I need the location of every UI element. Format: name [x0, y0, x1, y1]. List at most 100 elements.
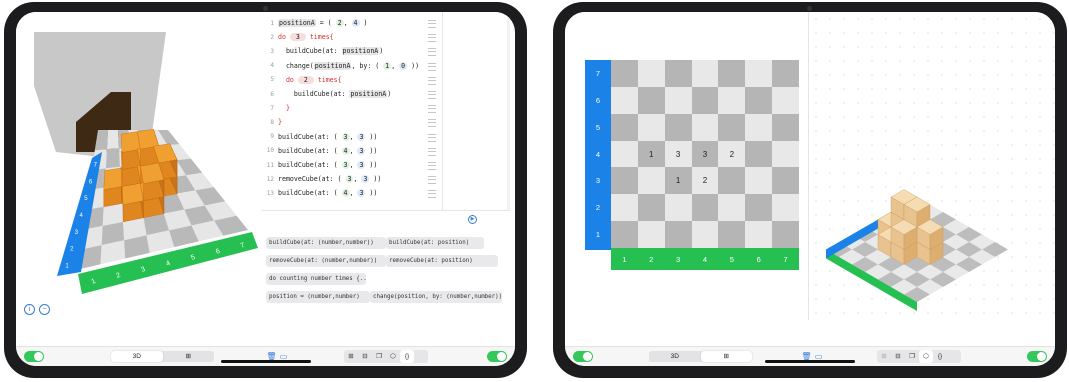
grid-cell[interactable] [691, 221, 719, 248]
code-token[interactable]: } [278, 104, 290, 112]
iso-view-panel[interactable] [808, 12, 1055, 320]
grid-cell[interactable] [637, 167, 665, 195]
grid-cell[interactable] [611, 167, 638, 195]
grid-cell[interactable] [691, 60, 719, 87]
cube-icon[interactable]: ⬡ [386, 350, 400, 363]
grid-cell[interactable] [718, 60, 746, 87]
split-vertical-icon[interactable]: ⊟ [358, 350, 372, 363]
grid-cell[interactable] [718, 194, 746, 222]
grid-cell[interactable] [772, 60, 799, 87]
grid-cell[interactable] [664, 113, 692, 141]
grid-cell[interactable] [637, 221, 665, 248]
code-token[interactable]: 3 [357, 132, 366, 141]
grid-cell[interactable] [745, 86, 773, 114]
scene-3d-view[interactable]: 12345671234567 i − [16, 12, 262, 320]
code-token[interactable]: positionA [341, 47, 380, 56]
home-indicator[interactable] [765, 360, 855, 363]
grid-cell[interactable] [637, 60, 665, 87]
left-toggle[interactable] [573, 351, 593, 362]
code-token[interactable]: 1 [383, 61, 392, 70]
code-line[interactable]: 3 buildCube(at: positionA) [266, 44, 383, 58]
code-line[interactable]: 13 buildCube(at: ( 4, 3 )) [266, 186, 377, 200]
drag-handle-icon[interactable] [428, 91, 436, 99]
grid-layout-icon[interactable]: ⊞ [877, 350, 891, 363]
stack-icon[interactable]: ❐ [905, 350, 919, 363]
grid-cell[interactable] [637, 86, 665, 114]
home-indicator[interactable] [221, 360, 311, 363]
grid-cell[interactable] [772, 113, 799, 141]
code-line[interactable]: 12 removeCube(at: ( 3, 3 )) [266, 172, 381, 186]
grid-cell[interactable] [718, 167, 746, 195]
editor-scrollbar[interactable] [507, 12, 510, 210]
code-line[interactable]: 8} [266, 115, 282, 129]
code-line[interactable]: 4 change(positionA, by: ( 1, 0 )) [266, 59, 419, 73]
palette-item[interactable]: removeCube(at: (number,number)) [266, 255, 386, 267]
code-token[interactable]: 4 [341, 189, 350, 198]
grid-cell[interactable] [772, 194, 799, 222]
scene-3d-canvas[interactable]: 12345671234567 [16, 12, 262, 320]
palette-item[interactable]: buildCube(at: (number,number)) [266, 237, 386, 249]
drag-handle-icon[interactable] [428, 162, 436, 170]
view-grid-button[interactable]: ⊞ [163, 351, 215, 362]
grid-cell[interactable] [745, 167, 773, 195]
code-editor[interactable]: 1 positionA = ( 2, 4 ) 2 do 3 times{3 build… [262, 12, 510, 210]
code-token[interactable]: times{ [314, 76, 342, 84]
view-3d-button[interactable]: 3D [649, 351, 701, 362]
palette-item[interactable]: position = (number,number) [266, 291, 370, 303]
code-token[interactable]: 3 [361, 175, 370, 184]
code-token[interactable]: positionA [349, 90, 388, 98]
grid-cell[interactable] [664, 60, 692, 87]
code-line[interactable]: 5 do 2 times{ [266, 73, 342, 87]
code-token[interactable]: 3 [341, 132, 350, 141]
drag-handle-icon[interactable] [428, 34, 436, 43]
grid-2d[interactable]: 1 3 3 2 1 2 [611, 60, 799, 248]
grid-cell[interactable] [745, 194, 773, 222]
code-token[interactable]: 0 [399, 61, 408, 70]
grid-cell[interactable] [611, 113, 638, 141]
code-token[interactable]: 3 [357, 189, 366, 198]
code-token[interactable]: positionA [278, 19, 316, 27]
info-icon[interactable]: i [24, 304, 35, 315]
grid-cell[interactable] [664, 86, 692, 114]
drag-handle-icon[interactable] [428, 147, 436, 156]
cube-icon[interactable]: ⬡ [919, 350, 933, 363]
right-toggle[interactable] [487, 351, 507, 362]
grid-cell[interactable] [745, 60, 773, 87]
grid-cell[interactable] [611, 86, 638, 114]
grid-cell[interactable] [772, 167, 799, 195]
palette-item[interactable]: removeCube(at: position) [386, 255, 498, 267]
grid-cell[interactable] [611, 194, 638, 222]
grid-cell[interactable] [772, 86, 799, 114]
palette-item[interactable]: buildCube(at: position) [386, 237, 484, 249]
code-token[interactable]: times{ [306, 33, 334, 41]
code-line[interactable]: 10 buildCube(at: ( 4, 3 )) [266, 144, 377, 158]
grid-cell[interactable] [718, 221, 746, 248]
grid-cell[interactable] [745, 221, 773, 248]
code-token[interactable]: 2 [335, 19, 344, 27]
code-token[interactable]: positionA [313, 61, 352, 70]
grid-cell[interactable] [691, 194, 719, 222]
code-button[interactable]: {} [400, 350, 414, 363]
grid-cell[interactable] [611, 221, 638, 248]
grid-cell[interactable] [664, 194, 692, 222]
code-token[interactable]: 3 [341, 161, 350, 169]
drag-handle-icon[interactable] [428, 133, 436, 142]
grid-cell[interactable] [664, 221, 692, 248]
grid-cell[interactable] [745, 140, 773, 168]
code-line[interactable]: 9 buildCube(at: ( 3, 3 )) [266, 130, 377, 144]
grid-2d-panel[interactable]: 7 6 5 4 3 2 1 1 3 3 2 1 2 1 2 3 4 5 6 7 [565, 12, 808, 320]
grid-cell[interactable] [691, 113, 719, 141]
drag-handle-icon[interactable] [428, 190, 436, 199]
code-line[interactable]: 2 do 3 times{ [266, 30, 334, 44]
grid-cell[interactable] [611, 140, 638, 168]
code-token[interactable]: 3 [289, 33, 306, 42]
drag-handle-icon[interactable] [428, 105, 436, 114]
code-button[interactable]: {} [933, 350, 947, 363]
grid-cell[interactable] [772, 221, 799, 248]
drag-handle-icon[interactable] [428, 20, 436, 28]
right-toggle[interactable] [1027, 351, 1047, 362]
zoom-out-icon[interactable]: − [39, 304, 50, 315]
grid-cell[interactable] [691, 86, 719, 114]
split-vertical-icon[interactable]: ⊟ [891, 350, 905, 363]
code-token[interactable]: do [278, 76, 298, 84]
